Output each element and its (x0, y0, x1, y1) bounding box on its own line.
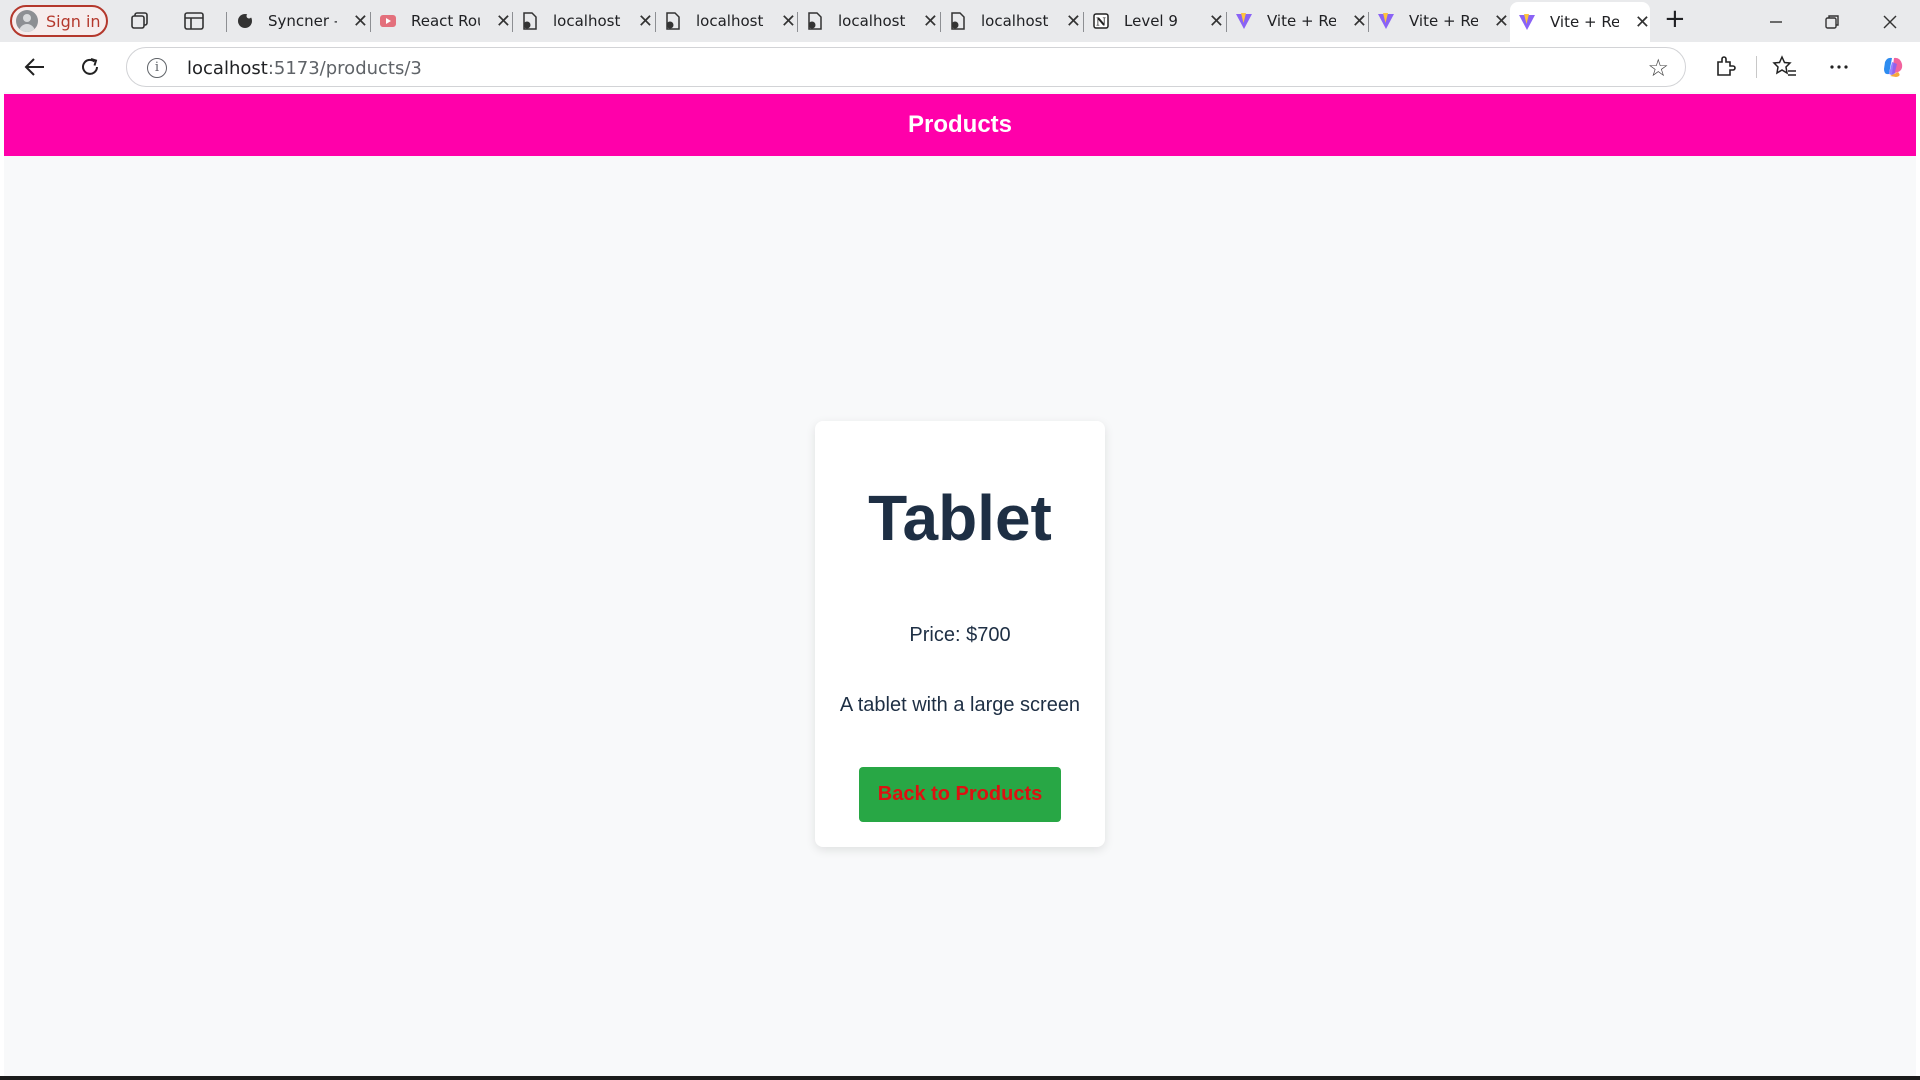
minimize-icon[interactable] (1764, 10, 1788, 34)
document-icon (666, 12, 680, 30)
tab-item[interactable]: localhost ✕ (513, 4, 653, 38)
vite-icon (1378, 13, 1394, 29)
tab-title: Vite + Re (1267, 12, 1336, 30)
tab-title: localhost (696, 12, 764, 30)
sign-in-button[interactable]: Sign in (10, 5, 108, 37)
tab-strip: Sign in Syncner - ✕ React Rou ✕ localhos… (0, 0, 1920, 42)
browser-toolbar: i localhost:5173/products/3 ☆ (0, 42, 1920, 92)
youtube-icon (380, 15, 396, 27)
workspaces-icon[interactable] (128, 9, 152, 33)
tab-title: React Rou (411, 12, 480, 30)
tab-close-icon[interactable]: ✕ (923, 11, 938, 32)
close-window-icon[interactable] (1878, 10, 1902, 34)
tab-item-active[interactable]: Vite + Re ✕ (1510, 2, 1650, 42)
product-name: Tablet (868, 482, 1052, 554)
tab-close-icon[interactable]: ✕ (638, 11, 653, 32)
tab-separator (226, 12, 227, 32)
page-viewport: Products Tablet Price: $700 A tablet wit… (4, 92, 1916, 1076)
notion-icon: N (1093, 13, 1109, 29)
tab-close-icon[interactable]: ✕ (353, 11, 368, 32)
product-description: A tablet with a large screen (839, 694, 1081, 716)
back-to-products-button[interactable]: Back to Products (859, 767, 1061, 822)
svg-text:N: N (1096, 16, 1106, 29)
tab-title: Syncner - (268, 12, 337, 30)
product-card: Tablet Price: $700 A tablet with a large… (815, 421, 1105, 847)
tab-item[interactable]: Vite + Re ✕ (1369, 4, 1509, 38)
extensions-icon[interactable] (1712, 54, 1738, 80)
document-icon (523, 12, 537, 30)
tab-item[interactable]: N Level 9 ✕ (1084, 4, 1224, 38)
product-price: Price: $700 (909, 624, 1011, 646)
tab-title: localhost (553, 12, 621, 30)
tab-close-icon[interactable]: ✕ (781, 11, 796, 32)
tab-close-icon[interactable]: ✕ (1635, 12, 1650, 33)
tab-title: localhost (981, 12, 1049, 30)
tab-close-icon[interactable]: ✕ (1066, 11, 1081, 32)
restore-icon[interactable] (1820, 10, 1844, 34)
tab-item[interactable]: React Rou ✕ (371, 4, 511, 38)
new-tab-button[interactable]: + (1664, 4, 1686, 34)
tab-item[interactable]: Syncner - ✕ (228, 4, 368, 38)
favorite-star-icon[interactable]: ☆ (1647, 54, 1669, 83)
tab-title: Vite + Re (1409, 12, 1478, 30)
vite-icon (1519, 14, 1535, 30)
favorites-icon[interactable] (1772, 54, 1798, 80)
tab-title: Level 9 (1124, 12, 1178, 30)
toolbar-divider (1756, 56, 1757, 78)
taskbar-edge (0, 1076, 1920, 1080)
tab-item[interactable]: Vite + Re ✕ (1227, 4, 1367, 38)
copilot-icon[interactable] (1880, 54, 1906, 80)
profile-avatar-icon (16, 10, 38, 32)
tab-item[interactable]: localhost ✕ (941, 4, 1081, 38)
document-icon (808, 12, 822, 30)
site-info-icon[interactable]: i (147, 58, 167, 78)
reload-icon[interactable] (77, 54, 103, 80)
tab-close-icon[interactable]: ✕ (1209, 11, 1224, 32)
url-text[interactable]: localhost:5173/products/3 (187, 58, 422, 79)
github-icon (238, 13, 252, 28)
url-path: :5173/products/3 (267, 58, 422, 79)
vertical-tabs-icon[interactable] (182, 9, 206, 33)
vite-icon (1236, 13, 1252, 29)
tab-title: Vite + Re (1550, 13, 1619, 31)
tab-item[interactable]: localhost ✕ (656, 4, 796, 38)
address-bar[interactable]: i localhost:5173/products/3 ☆ (126, 47, 1686, 87)
navbar-title[interactable]: Products (908, 111, 1012, 139)
tab-close-icon[interactable]: ✕ (496, 11, 511, 32)
more-menu-icon[interactable] (1826, 54, 1852, 80)
document-icon (951, 12, 965, 30)
sign-in-label: Sign in (46, 11, 101, 31)
tab-item[interactable]: localhost ✕ (798, 4, 938, 38)
tab-close-icon[interactable]: ✕ (1352, 11, 1367, 32)
url-host: localhost (187, 58, 268, 79)
tab-close-icon[interactable]: ✕ (1494, 11, 1509, 32)
navbar: Products (4, 94, 1916, 156)
tab-title: localhost (838, 12, 906, 30)
back-arrow-icon[interactable] (22, 54, 48, 80)
